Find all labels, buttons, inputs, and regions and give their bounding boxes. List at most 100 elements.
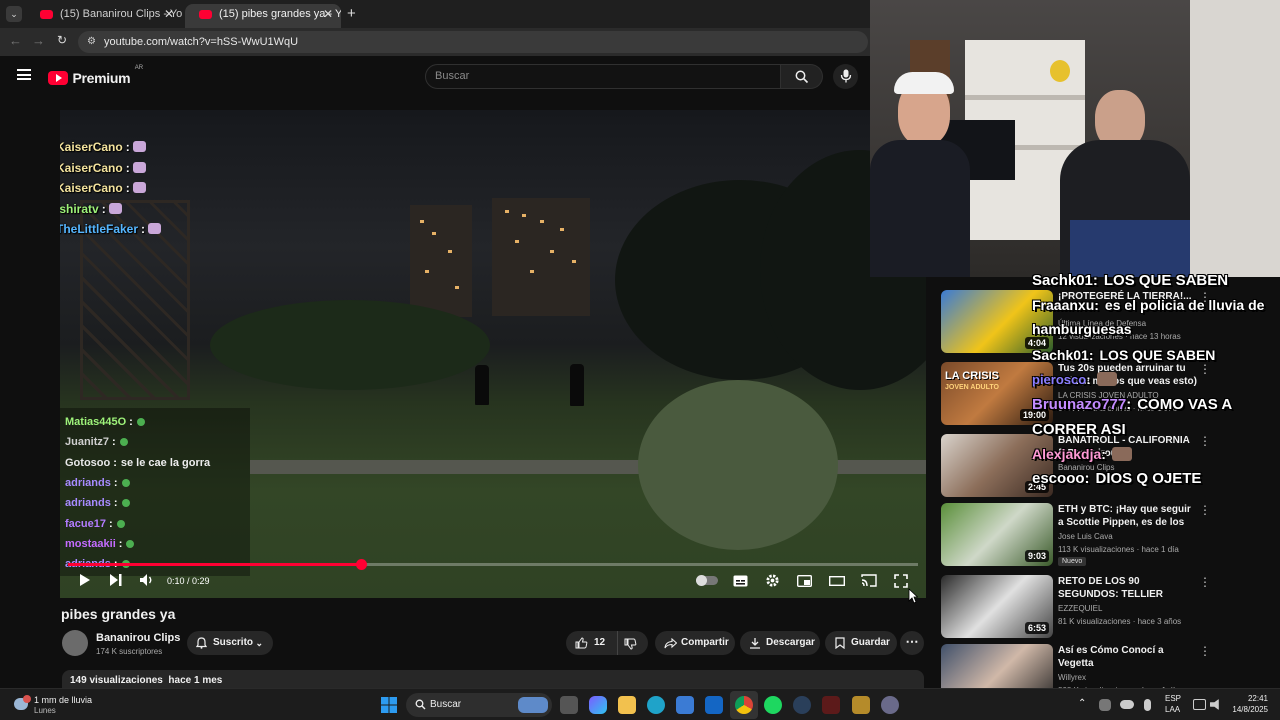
file-explorer-icon[interactable] xyxy=(618,696,636,714)
youtube-favicon-icon xyxy=(199,10,212,19)
copilot-icon[interactable] xyxy=(589,696,607,714)
chevron-up-icon[interactable]: ⌃ xyxy=(1078,698,1086,709)
clock-date: 14/8/2025 xyxy=(1232,705,1268,714)
emote-icon xyxy=(121,478,130,487)
task-view-icon[interactable] xyxy=(560,696,578,714)
stream-chat-username: escooo xyxy=(1032,470,1085,487)
settings-gear-icon[interactable] xyxy=(765,573,780,588)
edge-browser-icon[interactable] xyxy=(647,696,665,714)
taskbar-search-box[interactable]: Buscar xyxy=(406,693,552,717)
recommendation-item[interactable]: 6:53 RETO DE LOS 90 SEGUNDOS: TELLIER (VE… xyxy=(941,575,1271,639)
chat-message: Juanitz7: xyxy=(65,436,128,448)
recommendation-channel: Willyrex xyxy=(1058,673,1086,682)
reload-icon[interactable]: ↻ xyxy=(57,33,67,47)
clock-time[interactable]: 22:41 xyxy=(1228,694,1268,703)
thumbs-down-icon[interactable] xyxy=(624,638,637,650)
forward-icon[interactable]: → xyxy=(32,33,45,48)
like-count: 12 xyxy=(594,637,606,648)
onedrive-icon[interactable] xyxy=(1120,700,1134,709)
recommendation-thumbnail[interactable]: 6:53 xyxy=(941,575,1053,638)
tray-app-icon[interactable] xyxy=(1099,699,1111,711)
search-highlight-icon xyxy=(518,697,548,713)
recommendation-thumbnail[interactable]: 9:03 xyxy=(941,503,1053,566)
site-info-icon[interactable]: ⚙ xyxy=(87,31,96,53)
miniplayer-icon[interactable] xyxy=(797,575,812,587)
more-vertical-icon[interactable]: ⋮ xyxy=(1199,575,1211,589)
voice-search-button[interactable] xyxy=(833,64,858,89)
chat-separator: : xyxy=(108,517,113,530)
tab-search-dropdown-button[interactable]: ⌄ xyxy=(6,6,22,22)
more-vertical-icon[interactable]: ⋮ xyxy=(1199,644,1211,658)
play-icon[interactable] xyxy=(78,573,92,587)
subtitles-icon[interactable] xyxy=(733,575,748,587)
microsoft-store-icon[interactable] xyxy=(676,696,694,714)
stream-chat-username: pierosco xyxy=(1032,372,1087,387)
chat-separator: : xyxy=(112,436,116,449)
bell-icon xyxy=(196,637,207,649)
obs-icon[interactable] xyxy=(822,696,840,714)
chrome-icon[interactable] xyxy=(735,696,753,714)
close-tab-icon[interactable]: ✕ xyxy=(323,4,333,24)
settings-gear-icon[interactable] xyxy=(881,696,899,714)
volume-icon[interactable] xyxy=(139,573,155,587)
app-icon[interactable] xyxy=(852,696,870,714)
like-button[interactable]: 12 xyxy=(566,631,618,655)
back-icon[interactable]: ← xyxy=(9,33,22,48)
channel-avatar[interactable] xyxy=(62,630,88,656)
volume-icon[interactable] xyxy=(1210,699,1219,710)
chat-overlay-bottom: Matias445O: Juanitz7: Gotosoo: se le cae la… xyxy=(60,408,250,576)
video-player[interactable]: KaiserCano: KaiserCano: KaiserCano: ishirat… xyxy=(60,110,926,598)
menu-icon[interactable] xyxy=(17,69,31,80)
channel-name[interactable]: Bananirou Clips xyxy=(96,632,180,644)
search-input[interactable]: Buscar xyxy=(425,64,781,89)
autoplay-toggle[interactable] xyxy=(696,575,718,586)
windows-start-icon[interactable] xyxy=(381,697,397,713)
progress-scrubber[interactable] xyxy=(356,559,368,570)
tab-bananirou-clips[interactable]: (15) Bananirou Clips - YouTube ✕ xyxy=(26,4,182,28)
download-button[interactable]: Descargar xyxy=(740,631,820,655)
new-tab-button[interactable]: + xyxy=(347,5,356,22)
spotify-icon[interactable] xyxy=(764,696,782,714)
progress-played xyxy=(68,563,362,566)
chat-message: KaiserCano: xyxy=(60,161,146,175)
stream-chat-message: escooo: DIOS Q OJETE xyxy=(1032,466,1272,491)
youtube-logo[interactable]: Premium AR xyxy=(48,65,143,87)
subscribed-button[interactable]: Suscrito ⌄ xyxy=(187,631,273,655)
chat-separator: : xyxy=(125,181,130,195)
more-vertical-icon[interactable]: ⋮ xyxy=(1199,503,1211,517)
more-horizontal-icon: ⋯ xyxy=(905,634,919,649)
video-scene-bush xyxy=(638,380,838,550)
search-icon xyxy=(415,699,426,710)
chat-message: KaiserCano: xyxy=(60,181,146,195)
language-indicator[interactable]: ESP xyxy=(1165,694,1181,703)
microphone-icon[interactable] xyxy=(1144,699,1151,711)
stream-chat-separator: : xyxy=(1101,446,1106,462)
next-icon[interactable] xyxy=(109,573,123,587)
outlook-icon[interactable] xyxy=(705,696,723,714)
save-button[interactable]: Guardar xyxy=(825,631,897,655)
more-actions-button[interactable]: ⋯ xyxy=(900,631,924,655)
network-icon[interactable] xyxy=(1193,699,1206,710)
browser-tab-bar: ⌄ (15) Bananirou Clips - YouTube ✕ (15) … xyxy=(0,0,870,28)
chat-separator: : xyxy=(118,537,123,550)
stream-chat-separator: : xyxy=(1084,470,1090,487)
share-button[interactable]: Compartir xyxy=(655,631,735,655)
progress-bar[interactable] xyxy=(68,559,918,570)
weather-widget[interactable]: 1 mm de lluvia Lunes xyxy=(10,693,120,717)
download-icon xyxy=(750,638,760,649)
fullscreen-icon[interactable] xyxy=(894,574,908,588)
recommendation-item[interactable]: 9:03 ETH y BTC: ¡Hay que seguir a Scottie… xyxy=(941,503,1271,567)
emote-icon xyxy=(1096,372,1117,386)
emote-icon xyxy=(119,438,128,447)
emote-icon xyxy=(148,223,162,234)
steam-icon[interactable] xyxy=(793,696,811,714)
close-tab-icon[interactable]: ✕ xyxy=(164,4,174,24)
tab-pibes-grandes-ya[interactable]: (15) pibes grandes ya - YouTube ✕ xyxy=(185,4,341,28)
address-bar[interactable]: ⚙ youtube.com/watch?v=hSS-WwU1WqU xyxy=(78,31,868,53)
cast-icon[interactable] xyxy=(861,574,877,587)
chat-separator: : xyxy=(125,160,130,175)
theater-mode-icon[interactable] xyxy=(829,575,845,587)
subscribed-label: Suscrito xyxy=(213,637,254,648)
search-button[interactable] xyxy=(781,64,823,89)
chevron-down-icon: ⌄ xyxy=(255,638,263,648)
